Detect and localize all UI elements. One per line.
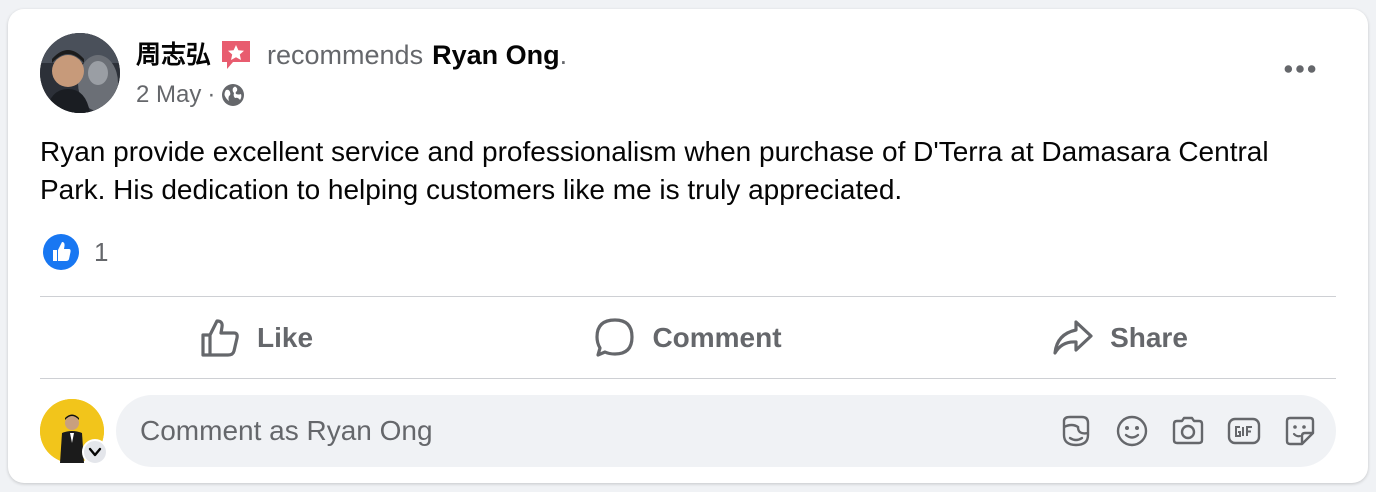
post-meta: 2 May · <box>136 81 245 109</box>
comment-icon <box>595 318 635 357</box>
post-actions: Like Comment Share <box>40 299 1336 377</box>
comment-tools <box>1038 413 1318 449</box>
author-name[interactable]: 周志弘 <box>136 37 211 73</box>
post-date[interactable]: 2 May <box>136 81 201 109</box>
comment-label: Comment <box>652 322 782 353</box>
like-label: Like <box>256 322 314 353</box>
share-button[interactable]: Share <box>904 299 1336 377</box>
sticker-icon[interactable] <box>1282 413 1318 449</box>
divider-bottom <box>40 378 1336 379</box>
post-body: Ryan provide excellent service and profe… <box>40 136 1269 205</box>
camera-icon[interactable] <box>1170 413 1206 449</box>
divider-top <box>40 296 1336 297</box>
comment-input[interactable] <box>140 415 1000 447</box>
recommended-page-name[interactable]: Ryan Ong <box>432 37 560 73</box>
avatar-sticker-icon[interactable] <box>1058 413 1094 449</box>
recommend-badge-icon <box>219 38 253 72</box>
share-label: Share <box>1110 322 1188 353</box>
comment-button[interactable]: Comment <box>472 299 904 377</box>
like-reaction-icon <box>42 233 80 271</box>
globe-icon[interactable] <box>221 83 245 107</box>
share-icon <box>1053 320 1093 355</box>
meta-separator: · <box>207 81 216 108</box>
like-button[interactable]: Like <box>40 299 472 377</box>
gif-icon[interactable] <box>1226 413 1262 449</box>
emoji-icon[interactable] <box>1114 413 1150 449</box>
profile-switch-button[interactable] <box>82 439 108 465</box>
comment-composer[interactable] <box>116 395 1336 467</box>
period-text: . <box>559 40 568 70</box>
recommends-text: recommends <box>267 40 424 70</box>
post-card: 周志弘 recommends Ryan Ong . 2 May · Ryan p… <box>8 9 1368 483</box>
chevron-down-icon <box>88 447 102 457</box>
reaction-summary[interactable]: 1 <box>42 233 108 271</box>
thumbs-up-icon <box>201 319 239 357</box>
more-options-button[interactable] <box>1280 53 1320 85</box>
reaction-count: 1 <box>94 236 109 267</box>
more-icon <box>1284 65 1316 73</box>
author-avatar[interactable] <box>40 33 120 113</box>
post-header: 周志弘 recommends Ryan Ong . <box>136 37 567 73</box>
